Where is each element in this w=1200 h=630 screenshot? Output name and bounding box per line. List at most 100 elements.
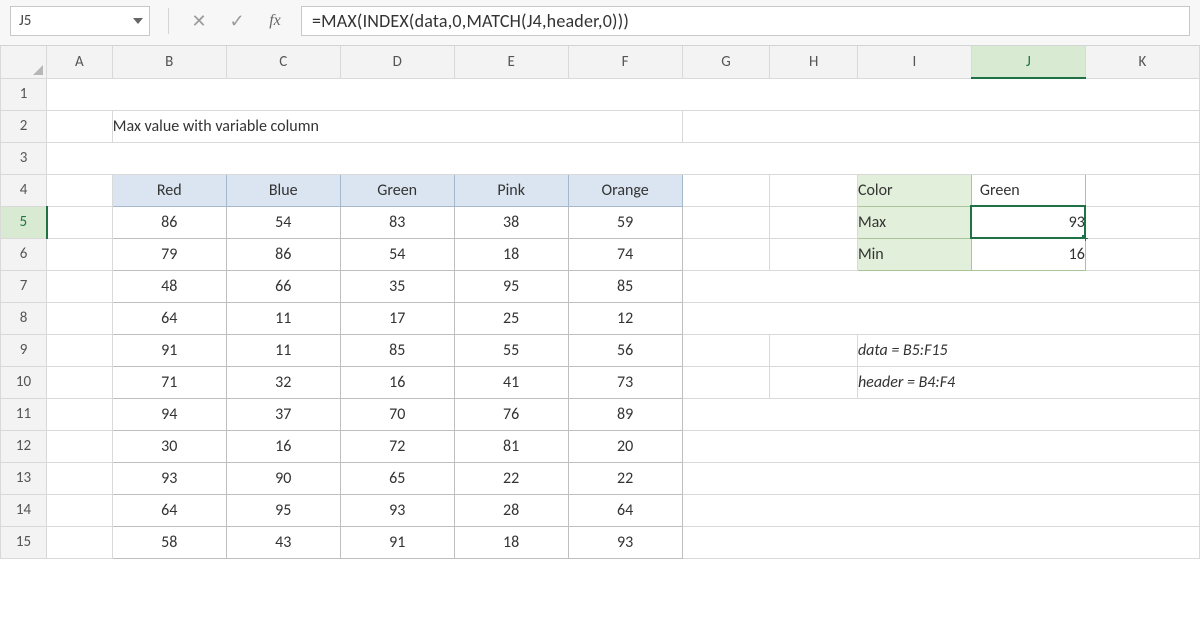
cell[interactable] [770, 238, 858, 270]
row-header[interactable]: 6 [1, 238, 47, 270]
cell[interactable] [47, 142, 1200, 174]
spreadsheet-grid[interactable]: A B C D E F G H I J K 1 2 Max value with… [0, 46, 1200, 559]
data-cell[interactable]: 30 [112, 430, 226, 462]
side-min-value[interactable]: 16 [971, 238, 1085, 270]
data-header[interactable]: Red [112, 174, 226, 206]
cell[interactable] [682, 174, 770, 206]
row-header[interactable]: 11 [1, 398, 47, 430]
cell[interactable] [47, 110, 113, 142]
data-cell[interactable]: 25 [454, 302, 568, 334]
data-cell[interactable]: 89 [568, 398, 682, 430]
data-cell[interactable]: 90 [226, 462, 340, 494]
cell[interactable] [47, 430, 113, 462]
page-title[interactable]: Max value with variable column [112, 110, 682, 142]
data-cell[interactable]: 16 [226, 430, 340, 462]
data-cell[interactable]: 17 [340, 302, 454, 334]
row-header[interactable]: 5 [1, 206, 47, 238]
data-cell[interactable]: 54 [340, 238, 454, 270]
row-header[interactable]: 3 [1, 142, 47, 174]
data-cell[interactable]: 55 [454, 334, 568, 366]
cell[interactable] [47, 302, 113, 334]
data-cell[interactable]: 22 [568, 462, 682, 494]
data-cell[interactable]: 65 [340, 462, 454, 494]
cell[interactable] [770, 206, 858, 238]
cell[interactable] [47, 366, 113, 398]
cell[interactable] [682, 398, 1199, 430]
cell[interactable] [47, 398, 113, 430]
cell[interactable] [770, 366, 858, 398]
data-cell[interactable]: 86 [112, 206, 226, 238]
data-cell[interactable]: 64 [112, 494, 226, 526]
data-cell[interactable]: 64 [112, 302, 226, 334]
row-header[interactable]: 7 [1, 270, 47, 302]
data-cell[interactable]: 94 [112, 398, 226, 430]
cell[interactable] [770, 334, 858, 366]
data-header[interactable]: Green [340, 174, 454, 206]
row-header[interactable]: 13 [1, 462, 47, 494]
data-cell[interactable]: 86 [226, 238, 340, 270]
cell[interactable] [682, 206, 770, 238]
col-header[interactable]: A [47, 46, 113, 78]
data-cell[interactable]: 85 [568, 270, 682, 302]
data-cell[interactable]: 43 [226, 526, 340, 558]
data-cell[interactable]: 20 [568, 430, 682, 462]
row-header[interactable]: 8 [1, 302, 47, 334]
enter-icon[interactable]: ✓ [225, 9, 249, 33]
select-all-corner[interactable] [1, 46, 47, 78]
row-header[interactable]: 1 [1, 78, 47, 110]
data-header[interactable]: Orange [568, 174, 682, 206]
data-cell[interactable]: 12 [568, 302, 682, 334]
cell[interactable] [770, 174, 858, 206]
col-header[interactable]: E [454, 46, 568, 78]
cell[interactable] [682, 494, 1199, 526]
data-cell[interactable]: 41 [454, 366, 568, 398]
data-cell[interactable]: 93 [112, 462, 226, 494]
data-cell[interactable]: 70 [340, 398, 454, 430]
cell[interactable] [47, 206, 113, 238]
cell[interactable] [1085, 174, 1199, 206]
data-cell[interactable]: 85 [340, 334, 454, 366]
data-cell[interactable]: 32 [226, 366, 340, 398]
data-header[interactable]: Pink [454, 174, 568, 206]
note-header-def[interactable]: header = B4:F4 [857, 366, 1199, 398]
formula-input[interactable]: =MAX(INDEX(data,0,MATCH(J4,header,0))) [301, 6, 1190, 36]
row-header[interactable]: 4 [1, 174, 47, 206]
cell[interactable] [682, 238, 770, 270]
note-data-def[interactable]: data = B5:F15 [857, 334, 1199, 366]
data-cell[interactable]: 66 [226, 270, 340, 302]
fx-icon[interactable]: fx [263, 9, 287, 33]
cancel-icon[interactable]: ✕ [187, 9, 211, 33]
data-cell[interactable]: 11 [226, 302, 340, 334]
cell[interactable] [682, 462, 1199, 494]
cell[interactable] [1085, 238, 1199, 270]
cell[interactable] [47, 526, 113, 558]
data-header[interactable]: Blue [226, 174, 340, 206]
cell[interactable] [47, 174, 113, 206]
col-header[interactable]: F [568, 46, 682, 78]
data-cell[interactable]: 71 [112, 366, 226, 398]
col-header[interactable]: D [340, 46, 454, 78]
data-cell[interactable]: 28 [454, 494, 568, 526]
cell[interactable] [682, 270, 1199, 302]
row-header[interactable]: 15 [1, 526, 47, 558]
chevron-down-icon[interactable] [133, 18, 143, 24]
row-header[interactable]: 2 [1, 110, 47, 142]
row-header[interactable]: 10 [1, 366, 47, 398]
data-cell[interactable]: 95 [226, 494, 340, 526]
data-cell[interactable]: 64 [568, 494, 682, 526]
cell[interactable] [682, 302, 1199, 334]
data-cell[interactable]: 79 [112, 238, 226, 270]
side-max-value[interactable]: 93 [971, 206, 1085, 238]
data-cell[interactable]: 22 [454, 462, 568, 494]
cell[interactable] [47, 270, 113, 302]
data-cell[interactable]: 56 [568, 334, 682, 366]
data-cell[interactable]: 93 [340, 494, 454, 526]
side-min-label[interactable]: Min [857, 238, 971, 270]
data-cell[interactable]: 72 [340, 430, 454, 462]
data-cell[interactable]: 11 [226, 334, 340, 366]
data-cell[interactable]: 91 [340, 526, 454, 558]
cell[interactable] [682, 366, 770, 398]
col-header[interactable]: H [770, 46, 858, 78]
row-header[interactable]: 14 [1, 494, 47, 526]
cell[interactable] [47, 238, 113, 270]
